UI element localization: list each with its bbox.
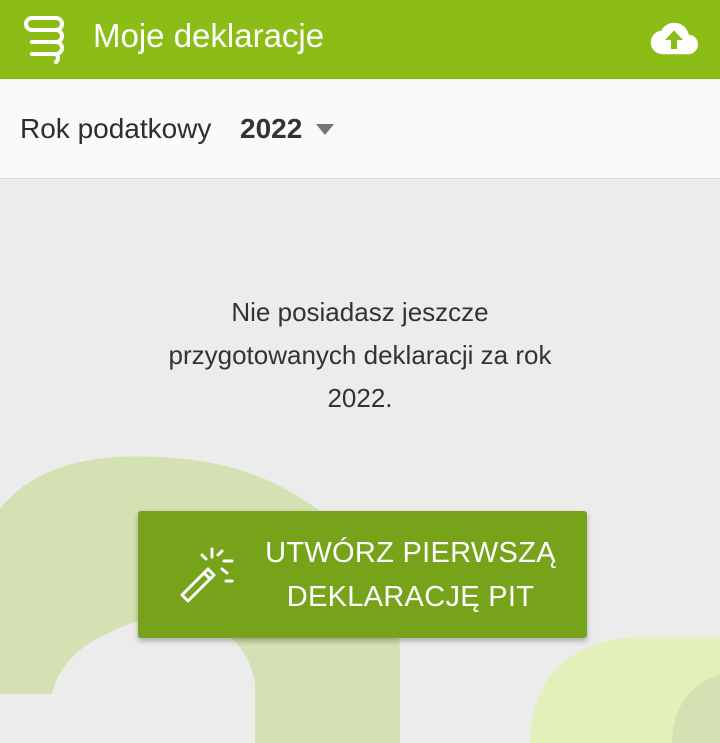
stack-menu-icon <box>24 16 64 64</box>
empty-state-line-2: przygotowanych deklaracji za rok <box>168 340 552 370</box>
create-first-declaration-button[interactable]: UTWÓRZ PIERWSZĄ DEKLARACJĘ PIT <box>138 511 587 638</box>
tax-year-bar: Rok podatkowy 2022 <box>0 79 720 179</box>
menu-button[interactable] <box>16 12 72 66</box>
cloud-upload-icon <box>650 22 698 55</box>
cta-line-1: UTWÓRZ PIERWSZĄ <box>265 537 556 569</box>
cloud-upload-button[interactable] <box>646 14 702 64</box>
magic-wand-icon <box>180 547 234 603</box>
empty-state-message: Nie posiadasz jeszcze przygotowanych dek… <box>130 291 590 420</box>
empty-state-line-3: 2022. <box>327 383 393 413</box>
background-decoration <box>0 456 720 743</box>
create-declaration-label: UTWÓRZ PIERWSZĄ DEKLARACJĘ PIT <box>248 531 573 619</box>
cta-line-2: DEKLARACJĘ PIT <box>286 581 535 613</box>
tax-year-dropdown[interactable]: 2022 <box>240 110 335 148</box>
page-title: Moje deklaracje <box>93 17 325 54</box>
empty-state-line-1: Nie posiadasz jeszcze <box>231 297 489 327</box>
tax-year-label: Rok podatkowy <box>20 113 212 144</box>
tax-year-value: 2022 <box>240 113 303 144</box>
app-bar: Moje deklaracje <box>0 0 720 79</box>
dropdown-caret-icon <box>316 123 335 135</box>
empty-state-area: Nie posiadasz jeszcze przygotowanych dek… <box>0 179 720 743</box>
